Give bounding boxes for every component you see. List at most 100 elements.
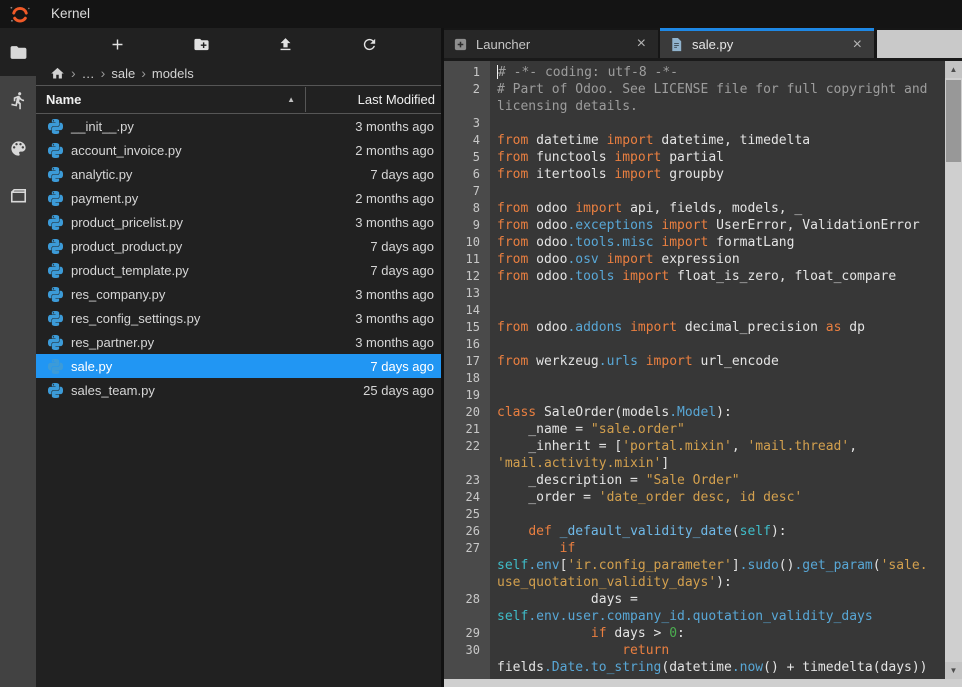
- file-row[interactable]: res_company.py3 months ago: [36, 282, 441, 306]
- code-line[interactable]: 18: [444, 370, 945, 387]
- tab-label: Launcher: [476, 37, 634, 52]
- column-header-name[interactable]: Name ▲: [36, 92, 305, 107]
- refresh-button[interactable]: [357, 33, 381, 57]
- file-name: __init__.py: [71, 119, 294, 134]
- file-row[interactable]: product_pricelist.py3 months ago: [36, 210, 441, 234]
- python-file-icon: [48, 359, 63, 374]
- line-number: 8: [444, 200, 490, 217]
- close-icon[interactable]: ×: [634, 36, 649, 52]
- file-row[interactable]: product_product.py7 days ago: [36, 234, 441, 258]
- code-line[interactable]: 17from werkzeug.urls import url_encode: [444, 353, 945, 370]
- horizontal-scrollbar[interactable]: [444, 679, 945, 687]
- breadcrumb-item[interactable]: models: [152, 66, 194, 81]
- code-text: 'mail.activity.mixin']: [490, 455, 669, 472]
- file-name: res_partner.py: [71, 335, 294, 350]
- breadcrumb-item[interactable]: …: [82, 66, 95, 81]
- file-row[interactable]: sale.py7 days ago: [36, 354, 441, 378]
- file-row[interactable]: analytic.py7 days ago: [36, 162, 441, 186]
- code-line[interactable]: use_quotation_validity_days'):: [444, 574, 945, 591]
- code-line[interactable]: 6from itertools import groupby: [444, 166, 945, 183]
- file-row[interactable]: sales_team.py25 days ago: [36, 378, 441, 402]
- file-row[interactable]: product_template.py7 days ago: [36, 258, 441, 282]
- code-line[interactable]: 12from odoo.tools import float_is_zero, …: [444, 268, 945, 285]
- tab-sale-py[interactable]: sale.py×: [660, 28, 874, 58]
- code-line[interactable]: 1# -*- coding: utf-8 -*-: [444, 64, 945, 81]
- code-line[interactable]: 28 days =: [444, 591, 945, 608]
- line-number: 13: [444, 285, 490, 302]
- code-line[interactable]: 26 def _default_validity_date(self):: [444, 523, 945, 540]
- code-line[interactable]: 4from datetime import datetime, timedelt…: [444, 132, 945, 149]
- code-line[interactable]: self.env['ir.config_parameter'].sudo().g…: [444, 557, 945, 574]
- code-line[interactable]: 19: [444, 387, 945, 404]
- code-line[interactable]: 15from odoo.addons import decimal_precis…: [444, 319, 945, 336]
- file-name: res_company.py: [71, 287, 294, 302]
- file-row[interactable]: payment.py2 months ago: [36, 186, 441, 210]
- code-line[interactable]: 29 if days > 0:: [444, 625, 945, 642]
- file-row[interactable]: __init__.py3 months ago: [36, 114, 441, 138]
- code-line[interactable]: 22 _inherit = ['portal.mixin', 'mail.thr…: [444, 438, 945, 455]
- code-editor[interactable]: 1# -*- coding: utf-8 -*-2# Part of Odoo.…: [444, 58, 962, 687]
- menu-kernel[interactable]: Kernel: [40, 0, 111, 28]
- code-line[interactable]: 27 if: [444, 540, 945, 557]
- code-line[interactable]: 9from odoo.exceptions import UserError, …: [444, 217, 945, 234]
- code-line[interactable]: 7: [444, 183, 945, 200]
- code-line[interactable]: fields.Date.to_string(datetime.now() + t…: [444, 659, 945, 676]
- code-line[interactable]: 2# Part of Odoo. See LICENSE file for fu…: [444, 81, 945, 98]
- file-row[interactable]: account_invoice.py2 months ago: [36, 138, 441, 162]
- code-line[interactable]: 23 _description = "Sale Order": [444, 472, 945, 489]
- code-line[interactable]: 24 _order = 'date_order desc, id desc': [444, 489, 945, 506]
- upload-button[interactable]: [273, 33, 297, 57]
- launcher-icon: [453, 37, 468, 52]
- code-line[interactable]: 11from odoo.osv import expression: [444, 251, 945, 268]
- sidebar-item-open-tabs[interactable]: [0, 172, 36, 220]
- python-file-icon: [48, 335, 63, 350]
- close-icon[interactable]: ×: [850, 37, 865, 53]
- scrollbar-thumb[interactable]: [946, 80, 961, 162]
- file-row[interactable]: res_partner.py3 months ago: [36, 330, 441, 354]
- code-text: from datetime import datetime, timedelta: [490, 132, 810, 149]
- code-text: _inherit = ['portal.mixin', 'mail.thread…: [490, 438, 857, 455]
- line-number: 5: [444, 149, 490, 166]
- code-text: from odoo.exceptions import UserError, V…: [490, 217, 920, 234]
- breadcrumb-separator: ›: [71, 65, 76, 81]
- code-text: [490, 506, 497, 523]
- code-text: from odoo.addons import decimal_precisio…: [490, 319, 865, 336]
- new-folder-button[interactable]: [190, 33, 214, 57]
- code-line[interactable]: 21 _name = "sale.order": [444, 421, 945, 438]
- sidebar-item-file-browser[interactable]: [0, 28, 36, 76]
- code-line[interactable]: 10from odoo.tools.misc import formatLang: [444, 234, 945, 251]
- code-line[interactable]: 20class SaleOrder(models.Model):: [444, 404, 945, 421]
- file-list: __init__.py3 months agoaccount_invoice.p…: [36, 114, 441, 687]
- code-line[interactable]: 5from functools import partial: [444, 149, 945, 166]
- code-line[interactable]: 'mail.activity.mixin']: [444, 455, 945, 472]
- python-file-icon: [48, 119, 63, 134]
- code-line[interactable]: 8from odoo import api, fields, models, _: [444, 200, 945, 217]
- home-icon[interactable]: [50, 66, 65, 81]
- new-launcher-button[interactable]: [106, 33, 130, 57]
- code-line[interactable]: 25: [444, 506, 945, 523]
- code-line[interactable]: self.env.user.company_id.quotation_valid…: [444, 608, 945, 625]
- scroll-down-icon[interactable]: ▼: [945, 662, 962, 679]
- code-line[interactable]: 30 return: [444, 642, 945, 659]
- sidebar-item-running-sessions[interactable]: [0, 76, 36, 124]
- code-content[interactable]: 1# -*- coding: utf-8 -*-2# Part of Odoo.…: [444, 61, 945, 679]
- breadcrumb: ›…›sale›models: [36, 61, 441, 85]
- vertical-scrollbar[interactable]: ▲ ▼: [945, 61, 962, 679]
- line-number: 1: [444, 64, 490, 81]
- line-number: 3: [444, 115, 490, 132]
- tab-launcher[interactable]: Launcher×: [444, 30, 658, 58]
- scroll-up-icon[interactable]: ▲: [945, 61, 962, 78]
- code-line[interactable]: 3: [444, 115, 945, 132]
- code-line[interactable]: 13: [444, 285, 945, 302]
- code-text: from functools import partial: [490, 149, 724, 166]
- code-line[interactable]: 14: [444, 302, 945, 319]
- code-line[interactable]: 16: [444, 336, 945, 353]
- sidebar-item-command-palette[interactable]: [0, 124, 36, 172]
- new-launcher-icon: [109, 36, 126, 53]
- column-header-last-modified[interactable]: Last Modified: [305, 87, 441, 112]
- line-number: 29: [444, 625, 490, 642]
- code-text: [490, 387, 497, 404]
- code-line[interactable]: licensing details.: [444, 98, 945, 115]
- breadcrumb-item[interactable]: sale: [111, 66, 135, 81]
- file-row[interactable]: res_config_settings.py3 months ago: [36, 306, 441, 330]
